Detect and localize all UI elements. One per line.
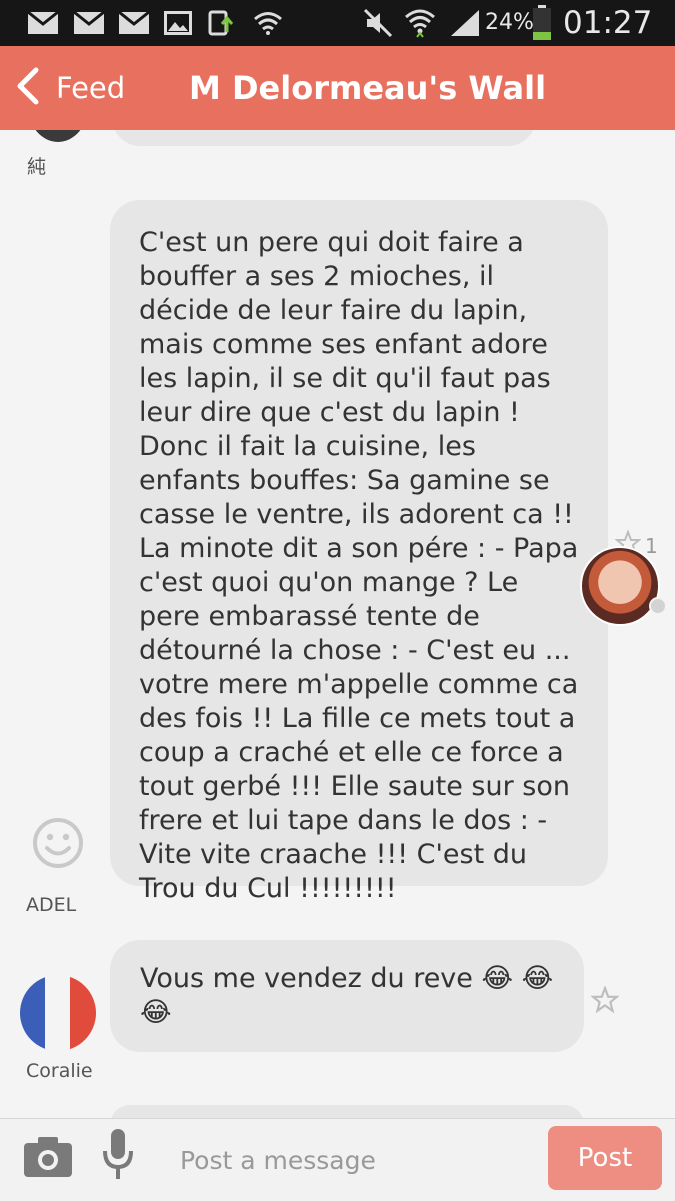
back-label: Feed xyxy=(56,71,126,105)
chevron-left-icon xyxy=(14,66,42,110)
message-text: Vous me vendez du reve 😂 😂 😂 xyxy=(140,963,554,1028)
post-button[interactable]: Post xyxy=(548,1126,662,1190)
author-name[interactable]: Coralie xyxy=(26,1060,93,1082)
message-bubble[interactable]: C'est un pere qui doit faire a bouffer a… xyxy=(110,200,608,904)
wifi-icon xyxy=(403,0,437,46)
page-title: M Delormeau's Wall xyxy=(189,69,547,107)
avatar[interactable] xyxy=(20,975,96,1051)
download-icon xyxy=(206,0,238,46)
back-button[interactable]: Feed xyxy=(14,46,125,130)
mail-icon xyxy=(26,0,60,46)
message-text: C'est un pere qui doit faire a bouffer a… xyxy=(139,227,579,904)
clock: 01:27 xyxy=(563,5,653,41)
message-feed[interactable]: 純 C'est un pere qui doit faire a bouffer… xyxy=(0,130,675,1118)
message-input[interactable] xyxy=(178,1133,532,1187)
message-bubble[interactable]: Vous me vendez du reve 😂 😂 😂 xyxy=(110,940,584,1052)
default-avatar[interactable] xyxy=(30,815,86,871)
message-bubble[interactable] xyxy=(110,1105,584,1118)
avatar[interactable] xyxy=(580,546,660,626)
battery-icon xyxy=(531,0,553,46)
avatar[interactable] xyxy=(28,130,88,142)
app-header: Feed M Delormeau's Wall xyxy=(0,46,675,130)
wifi-icon xyxy=(252,0,284,46)
mail-icon xyxy=(72,0,106,46)
mail-icon xyxy=(117,0,151,46)
status-bar: 24% 01:27 xyxy=(0,0,675,46)
image-icon xyxy=(163,0,193,46)
author-name[interactable]: 純 xyxy=(27,152,46,179)
star-count: 1 xyxy=(645,534,658,558)
microphone-icon[interactable] xyxy=(100,1127,136,1191)
signal-icon xyxy=(449,0,481,46)
camera-icon[interactable] xyxy=(22,1133,74,1183)
composer-bar: Post xyxy=(0,1118,675,1201)
smiley-icon xyxy=(33,818,83,868)
battery-percent: 24% xyxy=(485,10,534,35)
mute-icon xyxy=(362,0,394,46)
author-name[interactable]: ADEL xyxy=(26,894,76,916)
star-icon[interactable] xyxy=(590,985,620,1018)
presence-indicator xyxy=(649,597,667,615)
message-bubble[interactable] xyxy=(112,130,536,146)
